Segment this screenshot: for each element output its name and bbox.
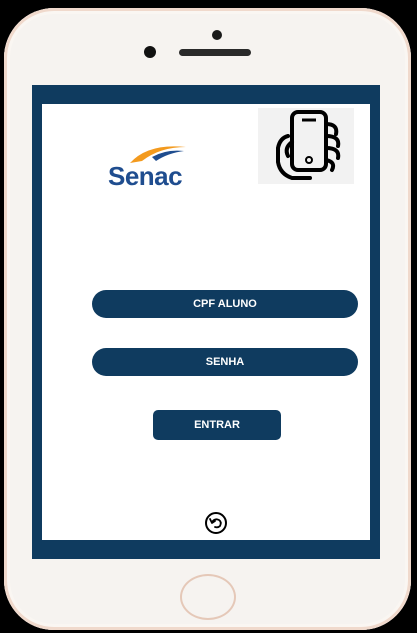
app-view: Senac CPF ALUNO SENHA ENTRAR — [42, 104, 370, 540]
earpiece-speaker — [179, 49, 251, 56]
senac-logo: Senac — [108, 139, 208, 199]
enter-button[interactable]: ENTRAR — [153, 410, 281, 440]
cpf-field[interactable]: CPF ALUNO — [92, 290, 358, 318]
front-camera — [144, 46, 156, 58]
hand-holding-phone-icon — [258, 108, 354, 184]
phone-screen: Senac CPF ALUNO SENHA ENTRAR — [32, 85, 380, 559]
home-button[interactable] — [180, 574, 236, 620]
logo-text: Senac — [108, 161, 183, 191]
password-field[interactable]: SENHA — [92, 348, 358, 376]
sensor-dot — [212, 30, 222, 40]
undo-arrow-icon[interactable] — [203, 510, 229, 536]
phone-frame: Senac CPF ALUNO SENHA ENTRAR — [4, 8, 411, 630]
